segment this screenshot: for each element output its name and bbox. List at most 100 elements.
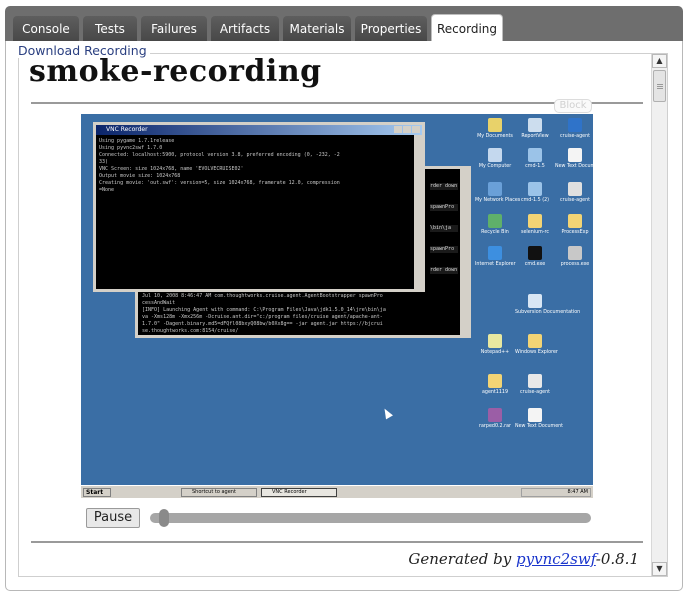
close-icon bbox=[412, 126, 420, 133]
divider-top bbox=[31, 102, 643, 104]
maximize-icon bbox=[403, 126, 411, 133]
cmd-icon-glyph bbox=[528, 246, 542, 260]
shortcut-icon-2-glyph bbox=[528, 182, 542, 196]
grip-line bbox=[657, 84, 663, 85]
playback-progress-bar[interactable] bbox=[150, 509, 591, 527]
recording-viewer: smoke-recording Block rder down spawnPro \… bbox=[18, 53, 668, 577]
folder-icon-1: selenium-rc bbox=[515, 214, 555, 236]
rarped-icon-glyph bbox=[488, 408, 502, 422]
desktop-icon-label: My Network Places bbox=[475, 198, 521, 203]
system-tray-clock: 8:47 AM bbox=[521, 488, 591, 497]
tab-bar: Console Tests Failures Artifacts Materia… bbox=[5, 6, 683, 43]
new-text-icon-2: New Text Document bbox=[515, 408, 563, 430]
recycle-bin-icon: Recycle Bin bbox=[475, 214, 515, 236]
desktop-icon-label: ReportView bbox=[521, 134, 549, 139]
recording-frame[interactable]: rder down spawnPro \bin\ja spawnPro rder dow… bbox=[81, 114, 593, 498]
cmd-icon: cmd.exe bbox=[515, 246, 555, 268]
report-view-icon: ReportView bbox=[515, 118, 555, 140]
console-side-text: rder down spawnPro \bin\ja spawnPro rder dow… bbox=[430, 169, 458, 289]
generator-version-text: -0.8.1 bbox=[595, 550, 639, 568]
start-button: Start bbox=[83, 488, 111, 497]
recording-title: smoke-recording bbox=[29, 54, 322, 89]
my-documents-icon: My Documents bbox=[475, 118, 515, 140]
doc-icon-glyph bbox=[528, 374, 542, 388]
tab-properties[interactable]: Properties bbox=[355, 16, 427, 42]
scroll-up-icon[interactable]: ▲ bbox=[652, 54, 667, 68]
new-text-icon-2-glyph bbox=[528, 408, 542, 422]
console-snippet: spawnPro bbox=[430, 204, 458, 211]
vnc-recorder-output: Using pygame 1.7.1release Using pyvnc2sw… bbox=[99, 138, 340, 193]
scrollbar-thumb[interactable] bbox=[653, 70, 666, 102]
generator-link[interactable]: pyvnc2swf bbox=[516, 550, 596, 568]
desktop-icon-label: Notepad++ bbox=[480, 350, 510, 355]
divider-bottom bbox=[31, 541, 643, 543]
desktop-icon-label: cmd-1.5 bbox=[525, 164, 545, 169]
desktop-icon-label: My Computer bbox=[478, 164, 512, 169]
tab-materials[interactable]: Materials bbox=[283, 16, 351, 42]
my-network-places-icon: My Network Places bbox=[475, 182, 521, 204]
block-button[interactable]: Block bbox=[554, 99, 592, 113]
console-snippet: \bin\ja bbox=[430, 225, 458, 232]
grip-line bbox=[657, 86, 663, 87]
tab-recording[interactable]: Recording bbox=[431, 14, 503, 43]
console-snippet: rder down bbox=[430, 183, 458, 190]
desktop-icon-label: Internet Explorer bbox=[475, 262, 516, 267]
desktop-icon-label: agent1119 bbox=[481, 390, 509, 395]
console-scrollbar bbox=[460, 169, 468, 335]
generated-by-text: Generated by bbox=[408, 550, 517, 568]
folder-icon-2-glyph bbox=[568, 214, 582, 228]
cruise-agent-icon-2-glyph bbox=[568, 182, 582, 196]
internet-explorer-icon: Internet Explorer bbox=[475, 246, 516, 268]
scroll-down-icon[interactable]: ▼ bbox=[652, 562, 667, 576]
tab-content-panel: smoke-recording Block rder down spawnPro \… bbox=[5, 41, 683, 591]
new-text-icon: New Text Docum bbox=[555, 148, 593, 170]
grip-line bbox=[657, 88, 663, 89]
windows-explorer-icon: Windows Explorer bbox=[515, 334, 558, 356]
minimize-icon bbox=[394, 126, 402, 133]
desktop-icon-label: My Documents bbox=[477, 134, 513, 139]
rarped-icon: rarped0.2.rar bbox=[475, 408, 515, 430]
desktop-icon-label: cmd-1.5 (2) bbox=[520, 198, 550, 203]
tab-console[interactable]: Console bbox=[13, 16, 79, 42]
tab-artifacts[interactable]: Artifacts bbox=[211, 16, 279, 42]
taskbar-item: Shortcut to agent bbox=[181, 488, 257, 497]
desktop-icon-label: cruise-agent bbox=[559, 134, 591, 139]
my-documents-icon-glyph bbox=[488, 118, 502, 132]
desktop-icon-label: cruise-agent bbox=[559, 198, 591, 203]
doc-icon: cruise-agent bbox=[515, 374, 555, 396]
pause-button[interactable]: Pause bbox=[86, 508, 140, 528]
notepad-icon-glyph bbox=[488, 334, 502, 348]
cruise-agent-icon-2: cruise-agent bbox=[555, 182, 593, 204]
process-icon: process.exe bbox=[555, 246, 593, 268]
windows-explorer-icon-glyph bbox=[528, 334, 542, 348]
desktop-icon-label: rarped0.2.rar bbox=[479, 424, 511, 429]
folder-icon-1-glyph bbox=[528, 214, 542, 228]
my-computer-icon: My Computer bbox=[475, 148, 515, 170]
subversion-doc-icon: Subversion Documentation bbox=[515, 294, 580, 316]
folder-icon-3-glyph bbox=[488, 374, 502, 388]
recycle-bin-icon-glyph bbox=[488, 214, 502, 228]
desktop-icon-label: process.exe bbox=[560, 262, 590, 267]
viewer-scrollbar[interactable]: ▲ ▼ bbox=[651, 54, 667, 576]
vnc-recorder-window: VNC Recorder Using pygame 1.7.1release U… bbox=[93, 122, 425, 292]
taskbar-item: VNC Recorder bbox=[261, 488, 337, 497]
report-view-icon-glyph bbox=[528, 118, 542, 132]
desktop-icon-label: New Text Docum bbox=[555, 164, 593, 169]
desktop-icon-label: ProcessExp bbox=[561, 230, 589, 235]
subversion-doc-icon-glyph bbox=[528, 294, 542, 308]
process-icon-glyph bbox=[568, 246, 582, 260]
vnc-recorder-titlebar: VNC Recorder bbox=[96, 125, 422, 135]
window-buttons bbox=[394, 126, 420, 133]
shortcut-icon-1-glyph bbox=[528, 148, 542, 162]
notepad-icon: Notepad++ bbox=[475, 334, 515, 356]
tab-failures[interactable]: Failures bbox=[141, 16, 207, 42]
download-recording-link[interactable]: Download Recording bbox=[18, 43, 150, 58]
new-text-icon-glyph bbox=[568, 148, 582, 162]
my-network-places-icon-glyph bbox=[488, 182, 502, 196]
playback-progress-knob[interactable] bbox=[159, 509, 169, 527]
console-snippet: spawnPro bbox=[430, 246, 458, 253]
shortcut-icon-2: cmd-1.5 (2) bbox=[515, 182, 555, 204]
desktop-icon-label: cmd.exe bbox=[524, 262, 546, 267]
tab-tests[interactable]: Tests bbox=[83, 16, 137, 42]
cruise-agent-icon: cruise-agent bbox=[555, 118, 593, 140]
